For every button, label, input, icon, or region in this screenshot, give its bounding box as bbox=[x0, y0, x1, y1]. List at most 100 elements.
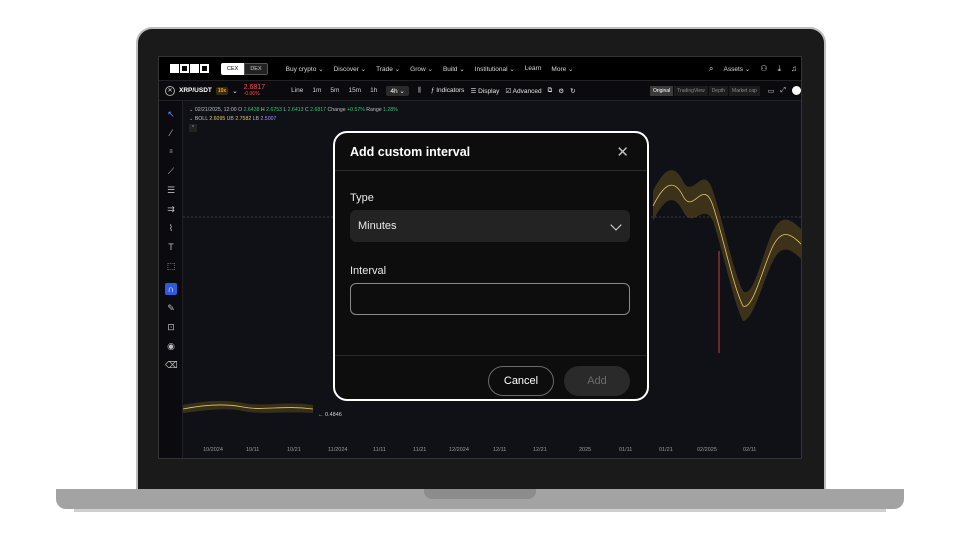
trash-icon[interactable]: ⌫ bbox=[165, 359, 178, 371]
nav-trade[interactable]: Trade ⌄ bbox=[376, 65, 400, 73]
channel-icon[interactable]: ☰ bbox=[165, 184, 177, 196]
advanced-label: Advanced bbox=[512, 87, 542, 95]
trendline-icon[interactable]: ⁄ bbox=[165, 127, 177, 139]
interval-5m[interactable]: 5m bbox=[330, 87, 339, 94]
x-tick: 11/21 bbox=[413, 447, 427, 453]
copy-icon[interactable]: ⧉ bbox=[548, 87, 553, 95]
okx-logo[interactable] bbox=[170, 64, 209, 73]
x-axis: 10/2024 10/11 10/21 11/2024 11/11 11/21 … bbox=[183, 447, 801, 457]
nav-assets[interactable]: Assets ⌄ bbox=[724, 65, 751, 73]
candle-type-icon[interactable]: ⫼ bbox=[418, 87, 421, 95]
x-tick: 01/21 bbox=[659, 447, 673, 453]
chevron-down-icon bbox=[610, 219, 622, 231]
text-icon[interactable]: T bbox=[165, 241, 177, 253]
drawing-toolbar: ↖ ⁄ ≡ ⟋ ☰ ⇉ ⌇ T ⬚ ∩ ✎ ⊡ ◉ ⌫ bbox=[159, 101, 183, 458]
interval-line[interactable]: Line bbox=[291, 87, 303, 94]
ruler-icon[interactable]: ⌇ bbox=[165, 222, 177, 234]
gear-icon[interactable]: ⚙ bbox=[558, 87, 564, 95]
chart-view-tabs: Original TradingView Depth Market cap bbox=[649, 85, 760, 96]
nav-institutional[interactable]: Institutional ⌄ bbox=[475, 65, 515, 73]
eye-icon[interactable]: ◉ bbox=[165, 340, 177, 352]
bell-icon[interactable]: ♫ bbox=[791, 64, 797, 73]
x-tick: 11/2024 bbox=[328, 447, 348, 453]
type-label: Type bbox=[350, 192, 374, 204]
window-icon[interactable]: ▭ bbox=[768, 87, 775, 95]
laptop-notch bbox=[424, 489, 536, 499]
dex-toggle[interactable]: DEX bbox=[244, 62, 268, 75]
user-icon[interactable]: ⚇ bbox=[760, 64, 767, 73]
price-value: 2.6817 bbox=[243, 83, 266, 91]
pair-selector[interactable]: ✕ XRP/USDT 10x ⌄ bbox=[165, 85, 238, 96]
indicators-button[interactable]: ƒ Indicators bbox=[431, 87, 465, 95]
top-nav: CEX DEX Buy crypto ⌄ Discover ⌄ Trade ⌄ … bbox=[159, 57, 801, 81]
view-market-cap[interactable]: Market cap bbox=[729, 85, 760, 96]
magnet-icon[interactable]: ∩ bbox=[165, 283, 177, 295]
dialog-footer-divider bbox=[335, 355, 647, 356]
low-marker: ← 0.4846 bbox=[318, 412, 342, 418]
add-custom-interval-dialog: Add custom interval ✕ Type Minutes Inter… bbox=[333, 131, 649, 401]
interval-input[interactable] bbox=[350, 283, 630, 315]
x-tick: 12/11 bbox=[493, 447, 507, 453]
price-change: -0.06% bbox=[243, 90, 260, 97]
interval-1m[interactable]: 1m bbox=[312, 87, 321, 94]
display-label: Display bbox=[478, 87, 500, 95]
parallel-icon[interactable]: ⇉ bbox=[165, 203, 177, 215]
view-tradingview[interactable]: TradingView bbox=[674, 85, 708, 96]
refresh-icon[interactable]: ↻ bbox=[570, 87, 575, 95]
pencil-icon[interactable]: ✎ bbox=[165, 302, 177, 314]
lock-icon[interactable]: ⊡ bbox=[165, 321, 177, 333]
toggle-icon[interactable] bbox=[792, 86, 801, 95]
x-tick: 2025 bbox=[579, 447, 592, 453]
advanced-button[interactable]: ☑ Advanced bbox=[505, 87, 541, 95]
x-tick: 01/11 bbox=[619, 447, 633, 453]
chart-tools: ƒ Indicators ☰ Display ☑ Advanced ⧉ ⚙ ↻ bbox=[431, 87, 576, 95]
dialog-title: Add custom interval bbox=[350, 145, 471, 159]
search-icon[interactable]: ⌕ bbox=[709, 64, 713, 74]
add-button[interactable]: Add bbox=[564, 366, 630, 396]
type-select-value: Minutes bbox=[358, 220, 397, 232]
cursor-icon[interactable]: ↖ bbox=[165, 108, 177, 120]
last-price: 2.6817 -0.06% bbox=[244, 84, 265, 98]
dialog-divider bbox=[335, 170, 647, 171]
x-tick: 10/11 bbox=[246, 447, 260, 453]
interval-tabs: Line 1m 5m 15m 1h 4h ⌄ ⫼ bbox=[291, 85, 421, 96]
boll-band-right bbox=[653, 170, 801, 321]
close-icon[interactable]: ✕ bbox=[616, 143, 629, 161]
nav-discover[interactable]: Discover ⌄ bbox=[334, 65, 367, 73]
shape-icon[interactable]: ⬚ bbox=[165, 260, 177, 272]
download-icon[interactable]: ⤓ bbox=[777, 64, 781, 74]
x-tick: 12/21 bbox=[533, 447, 547, 453]
interval-15m[interactable]: 15m bbox=[348, 87, 361, 94]
x-tick: 02/11 bbox=[743, 447, 757, 453]
xrp-icon: ✕ bbox=[165, 85, 175, 96]
type-select[interactable]: Minutes bbox=[350, 210, 630, 242]
view-original[interactable]: Original bbox=[649, 85, 674, 96]
x-tick: 10/2024 bbox=[203, 447, 223, 453]
nav-learn[interactable]: Learn bbox=[525, 65, 542, 73]
boll-band-left bbox=[183, 400, 313, 413]
nav-links: Buy crypto ⌄ Discover ⌄ Trade ⌄ Grow ⌄ B… bbox=[286, 65, 574, 73]
fullscreen-icon[interactable]: ⤢ bbox=[780, 87, 786, 95]
interval-1h[interactable]: 1h bbox=[370, 87, 377, 94]
interval-label: Interval bbox=[350, 265, 387, 277]
x-tick: 12/2024 bbox=[449, 447, 469, 453]
laptop-foot bbox=[74, 509, 886, 512]
nav-grow[interactable]: Grow ⌄ bbox=[410, 65, 433, 73]
display-button[interactable]: ☰ Display bbox=[470, 87, 499, 95]
chevron-down-icon: ⌄ bbox=[232, 87, 238, 95]
pitchfork-icon[interactable]: ⟋ bbox=[165, 165, 177, 177]
cancel-button[interactable]: Cancel bbox=[488, 366, 554, 396]
fib-icon[interactable]: ≡ bbox=[165, 146, 177, 158]
nav-more[interactable]: More ⌄ bbox=[551, 65, 573, 73]
cex-toggle[interactable]: CEX bbox=[221, 62, 245, 75]
nav-buy-crypto[interactable]: Buy crypto ⌄ bbox=[286, 65, 324, 73]
x-tick: 02/2025 bbox=[697, 447, 717, 453]
x-tick: 11/11 bbox=[373, 447, 386, 453]
pair-name: XRP/USDT bbox=[179, 87, 212, 94]
nav-build[interactable]: Build ⌄ bbox=[443, 65, 465, 73]
nav-right: ⌕ Assets ⌄ ⚇ ⤓ ♫ bbox=[709, 64, 801, 74]
view-depth[interactable]: Depth bbox=[708, 85, 729, 96]
ticker-bar: ✕ XRP/USDT 10x ⌄ 2.6817 -0.06% Line 1m 5… bbox=[159, 81, 801, 101]
interval-4h[interactable]: 4h ⌄ bbox=[386, 85, 409, 96]
leverage-badge: 10x bbox=[215, 86, 229, 95]
